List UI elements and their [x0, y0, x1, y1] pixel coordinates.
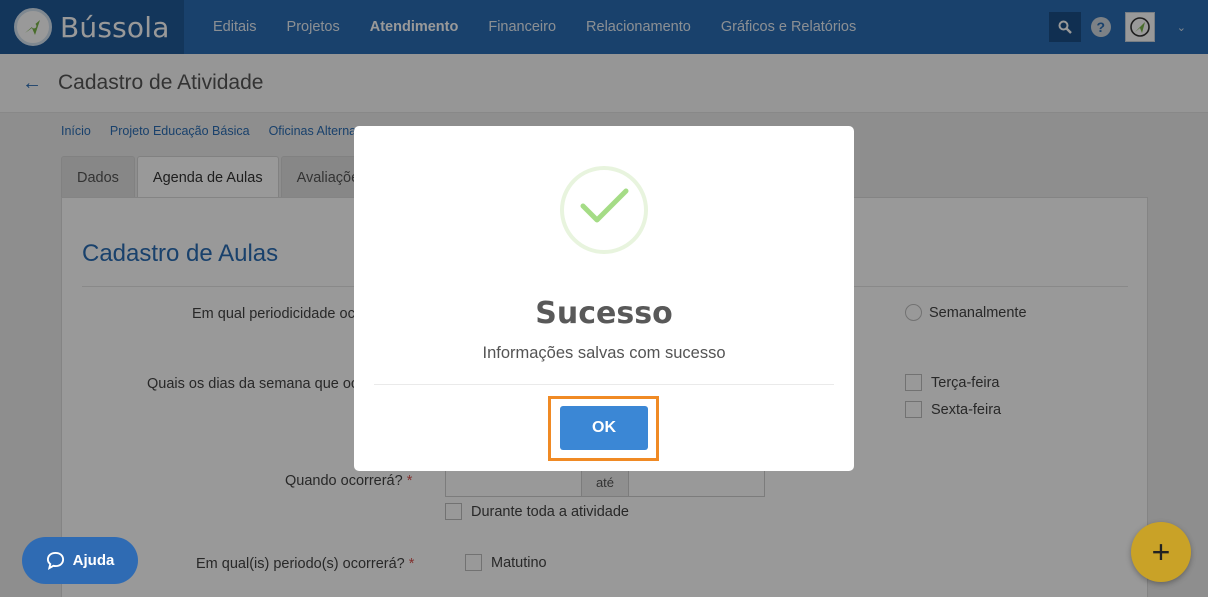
plus-icon: +: [1151, 534, 1171, 570]
chat-bubble-icon: [46, 551, 64, 570]
modal-divider: [374, 384, 834, 385]
modal-title: Sucesso: [535, 296, 673, 331]
help-chat-label: Ajuda: [72, 552, 115, 569]
add-fab-button[interactable]: +: [1131, 522, 1191, 582]
help-chat-button[interactable]: Ajuda: [22, 537, 138, 584]
success-modal: Sucesso Informações salvas com sucesso O…: [354, 126, 854, 471]
ok-button[interactable]: OK: [560, 406, 648, 450]
modal-message: Informações salvas com sucesso: [482, 344, 726, 362]
checkmark-icon: [560, 166, 648, 254]
